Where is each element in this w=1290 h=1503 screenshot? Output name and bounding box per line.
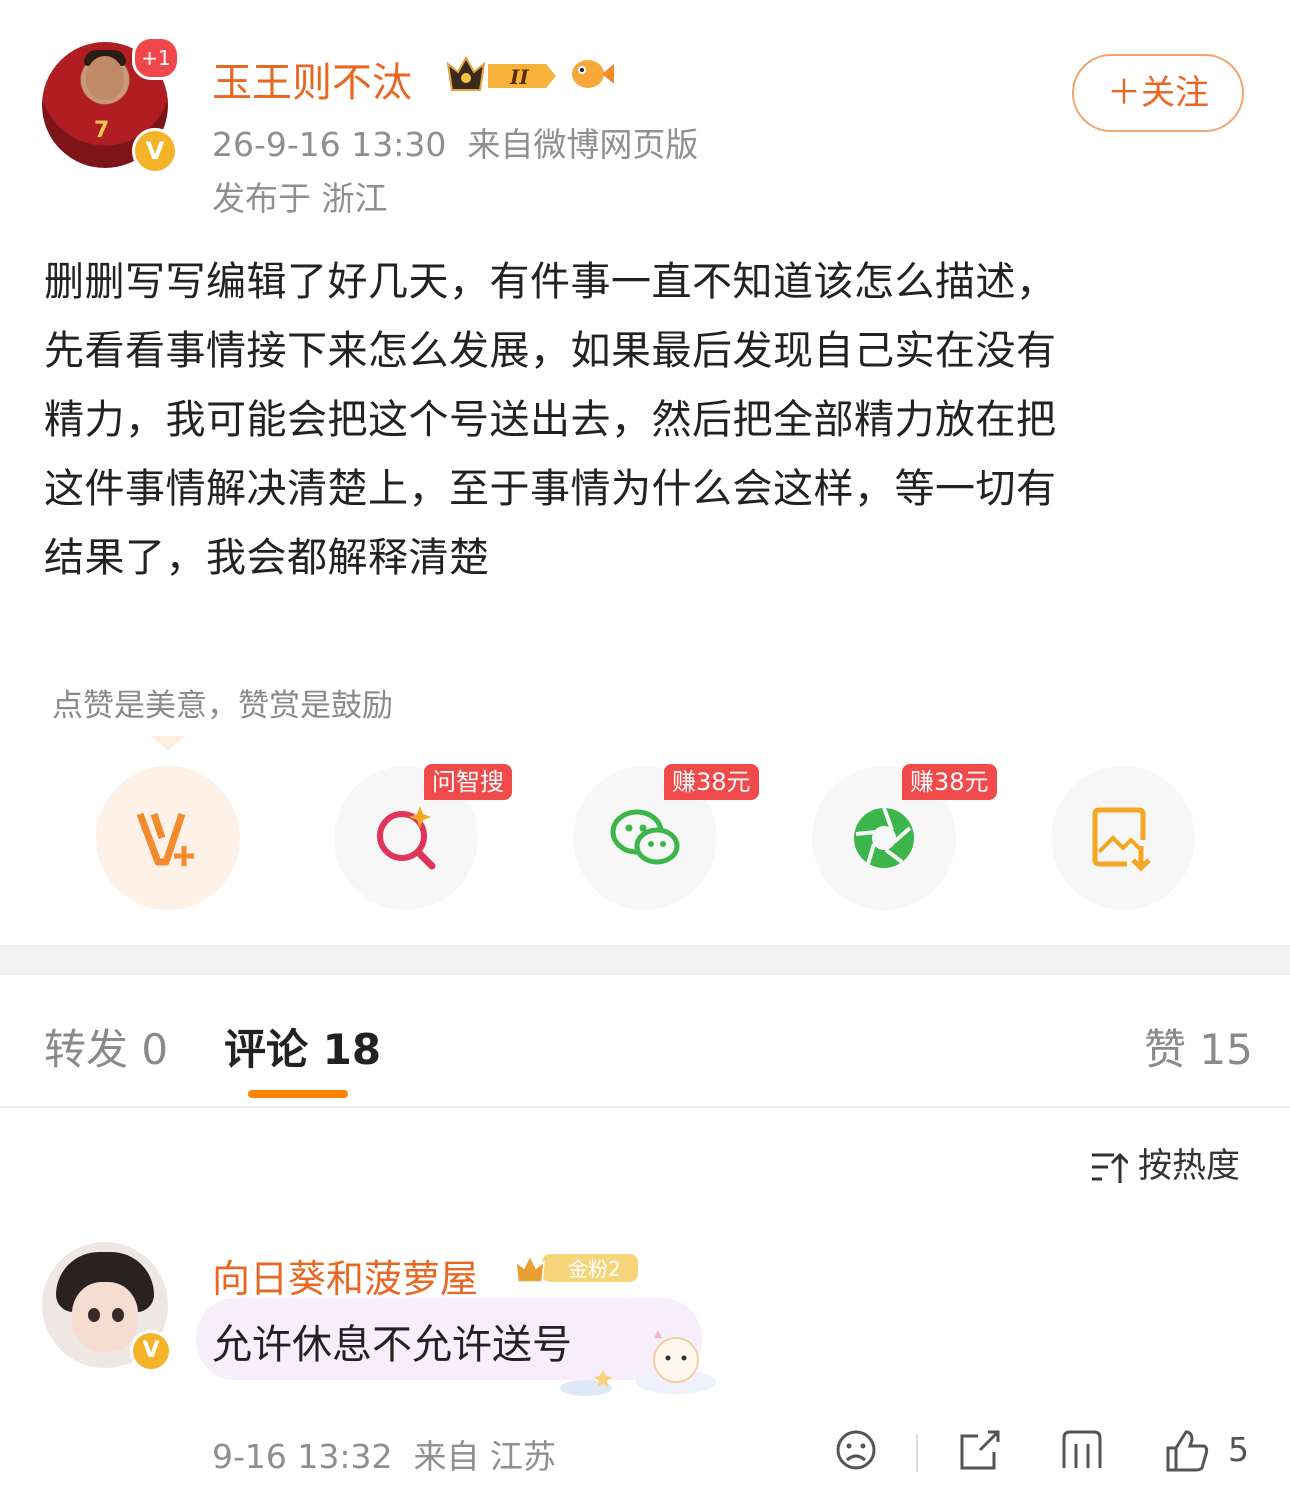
comment-meta: 9-16 13:32 来自 江苏: [212, 1430, 556, 1478]
ai-search-tag: 问智搜: [424, 764, 512, 800]
dislike-face-icon[interactable]: [834, 1428, 878, 1472]
sort-by-hot-button[interactable]: 按热度: [1090, 1138, 1240, 1187]
gold-fan-badge: 金粉2: [515, 1254, 638, 1283]
tab-like[interactable]: 赞 15: [1144, 1016, 1253, 1077]
tab-repost[interactable]: 转发 0: [44, 1016, 168, 1077]
reward-hint: 点赞是美意，赞赏是鼓励: [52, 688, 393, 724]
tab-comment[interactable]: 评论 18: [224, 1016, 381, 1077]
sort-icon: [1092, 1152, 1130, 1183]
fan-badge-text: 金粉2: [568, 1257, 621, 1281]
active-tab-indicator: [248, 1090, 348, 1098]
hint-pointer: [150, 736, 186, 750]
post-text-line: 先看看事情接下来怎么发展，如果最后发现自己实在没有: [44, 328, 1057, 374]
section-divider: [0, 945, 1290, 975]
post-text-line: 精力，我可能会把这个号送出去，然后把全部精力放在把: [44, 397, 1057, 443]
save-image-button[interactable]: [1051, 766, 1195, 910]
tab-divider: [0, 1106, 1290, 1108]
comment-reply-icon[interactable]: [1060, 1428, 1104, 1472]
post-source: 来自微博网页版: [467, 125, 699, 164]
post-time: 26-9-16 13:30: [212, 125, 447, 164]
thumbs-up-icon[interactable]: [1164, 1428, 1210, 1474]
moments-reward-tag: 赚38元: [902, 764, 997, 800]
author-name[interactable]: 玉王则不汰: [212, 50, 412, 108]
post-meta: 26-9-16 13:30 来自微博网页版: [212, 118, 698, 166]
comment-like-count: 5: [1228, 1430, 1249, 1469]
share-icon[interactable]: [958, 1428, 1002, 1472]
verified-badge: V: [132, 128, 178, 174]
post-location: 发布于 浙江: [212, 179, 388, 218]
level-badge-text: II: [509, 65, 529, 89]
sort-label: 按热度: [1138, 1146, 1240, 1186]
bubble-decoration-icon: [560, 1330, 716, 1396]
save-image-icon: [1092, 807, 1151, 872]
crown-level-badge: II: [446, 55, 556, 91]
reward-v-plus-icon: [136, 812, 194, 866]
wechat-reward-tag: 赚38元: [664, 764, 759, 800]
commenter-verified-badge: V: [130, 1330, 172, 1372]
moments-icon: [854, 807, 914, 868]
fish-icon: [572, 60, 614, 88]
comment-location: 来自 江苏: [413, 1437, 556, 1476]
comment-time: 9-16 13:32: [212, 1437, 393, 1476]
post-text: 删删写写编辑了好几天，有件事一直不知道该怎么描述， 先看看事情接下来怎么发展，如…: [44, 248, 1244, 593]
reward-button[interactable]: [96, 766, 240, 910]
post-text-line: 这件事情解决清楚上，至于事情为什么会这样，等一切有: [44, 466, 1057, 512]
follow-button[interactable]: ＋关注: [1072, 54, 1244, 132]
notification-badge: +1: [132, 36, 180, 80]
wechat-icon: [610, 809, 680, 865]
post-text-line: 删删写写编辑了好几天，有件事一直不知道该怎么描述，: [44, 259, 1057, 305]
comment-text: 允许休息不允许送号: [212, 1322, 572, 1368]
icon-divider: [916, 1434, 918, 1472]
ai-search-icon: [377, 806, 436, 870]
post-text-line: 结果了，我会都解释清楚: [44, 535, 490, 581]
commenter-name[interactable]: 向日葵和菠萝屋: [212, 1248, 478, 1303]
